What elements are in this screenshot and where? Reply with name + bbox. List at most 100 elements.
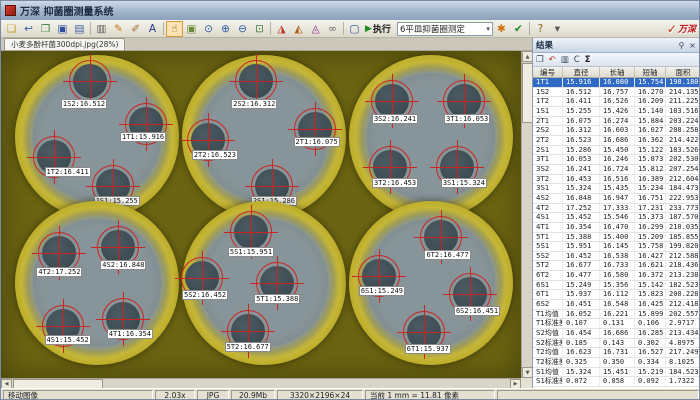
settings-icon[interactable]: ✱ — [493, 21, 510, 37]
link-icon[interactable]: ∞ — [324, 21, 341, 37]
table-row[interactable]: 1T216.41116.52616.209211.2255 — [533, 97, 700, 107]
magnifier-icon[interactable]: ⊙ — [200, 21, 217, 37]
zone-measurement-label[interactable]: 4T1:16.354 — [107, 329, 153, 339]
text-tool-icon[interactable]: A — [144, 21, 161, 37]
zone-measurement-label[interactable]: 6S1:15.249 — [359, 286, 405, 296]
table-row[interactable]: 6S216.45116.54816.425212.4183 — [533, 300, 700, 310]
table-row[interactable]: 5T115.38815.40015.209185.8550 — [533, 233, 700, 243]
zone-measurement-label[interactable]: 1T2:16.411 — [45, 167, 91, 177]
zone-measurement-label[interactable]: 5S1:15.951 — [228, 247, 274, 257]
table-row[interactable]: S1均值15.32415.45115.219184.5230 — [533, 368, 700, 378]
back-icon[interactable]: ↩ — [20, 21, 37, 37]
table-row[interactable]: 1S216.51216.75716.270214.1358 — [533, 88, 700, 98]
print-icon[interactable]: ▥ — [93, 21, 110, 37]
table-row[interactable]: 2T116.07516.27415.884203.2247 — [533, 117, 700, 127]
open-image-icon[interactable]: ❏ — [3, 21, 20, 37]
help-caret-icon[interactable]: ▾ — [549, 21, 566, 37]
table-row[interactable]: 3S115.32415.43515.234184.4735 — [533, 184, 700, 194]
table-row[interactable]: 1T115.91616.08015.754198.1808 — [533, 78, 700, 88]
table-row[interactable]: 6T115.93716.11215.823200.2280 — [533, 290, 700, 300]
table-row[interactable]: 5S115.95116.14515.758199.8204 — [533, 242, 700, 252]
cell-long-axis: 15.400 — [600, 233, 635, 242]
zone-measurement-label[interactable]: 5T2:16.677 — [225, 342, 271, 352]
zone-measurement-label[interactable]: 3S2:16.241 — [372, 114, 418, 124]
fit-view-icon[interactable]: ⊡ — [251, 21, 268, 37]
save-icon[interactable]: ▣ — [54, 21, 71, 37]
table-row[interactable]: 5T216.67716.73316.621218.4368 — [533, 261, 700, 271]
zone-measurement-label[interactable]: 2T1:16.075 — [294, 137, 340, 147]
table-row[interactable]: 3T116.05316.24615.873202.5301 — [533, 155, 700, 165]
table-row[interactable]: 3S216.24116.72415.812207.2542 — [533, 165, 700, 175]
pan-hand-icon[interactable]: ☝ — [166, 21, 183, 37]
help-icon[interactable]: ? — [532, 21, 549, 37]
close-icon[interactable]: × — [687, 41, 698, 50]
table-row[interactable]: 2S115.28615.45015.122183.5265 — [533, 146, 700, 156]
count-icon[interactable]: C — [574, 54, 580, 66]
column-header-0[interactable]: 编号 — [533, 67, 563, 78]
zone-measurement-label[interactable]: 5T1:15.388 — [254, 294, 300, 304]
table-row[interactable]: T2均值16.62316.73116.527217.2493 — [533, 348, 700, 358]
column-header-4[interactable]: 面积 — [666, 67, 700, 78]
pin-icon[interactable]: ⚲ — [676, 41, 687, 50]
table-row[interactable]: T2标准差0.3250.3500.3348.1025 — [533, 358, 700, 368]
cell-short-axis: 0.334 — [635, 358, 666, 367]
angle-tool-icon[interactable]: ◭ — [290, 21, 307, 37]
zone-measurement-label[interactable]: 1T1:15.916 — [120, 132, 166, 142]
zone-measurement-label[interactable]: 3T2:16.453 — [372, 178, 418, 188]
table-row[interactable]: 5S216.45216.53816.427212.5887 — [533, 252, 700, 262]
zone-measurement-label[interactable]: 3T1:16.053 — [444, 114, 490, 124]
table-row[interactable]: 2S216.31216.60316.027208.2588 — [533, 126, 700, 136]
zone-measurement-label[interactable]: 4S2:16.848 — [100, 260, 146, 270]
analysis-mode-select[interactable]: 6平皿抑菌圈测定 ▾ — [397, 22, 493, 36]
zone-measurement-label[interactable]: 6S2:16.451 — [454, 306, 500, 316]
sum-icon[interactable]: Σ — [585, 54, 591, 66]
zone-measurement-label[interactable]: 3S1:15.324 — [441, 178, 487, 188]
execute-button[interactable]: 执行 — [373, 22, 391, 35]
table-row[interactable]: T1标准差0.1070.1310.1062.9717 — [533, 319, 700, 329]
table-row[interactable]: 6T216.47716.58016.372213.2385 — [533, 271, 700, 281]
export-icon[interactable]: ❐ — [536, 54, 544, 66]
copy-icon[interactable]: ❐ — [37, 21, 54, 37]
undo-icon[interactable]: ↶ — [549, 54, 556, 66]
table-row[interactable]: 3T216.45316.51616.389212.6042 — [533, 175, 700, 185]
pencil-icon[interactable]: ✎ — [110, 21, 127, 37]
zone-measurement-label[interactable]: 6T2:16.477 — [424, 250, 470, 260]
table-row[interactable]: 4S115.45215.54615.373187.5702 — [533, 213, 700, 223]
zone-measurement-label[interactable]: 2T2:16.523 — [192, 150, 238, 160]
table-row[interactable]: 6S115.24915.35615.142182.5230 — [533, 281, 700, 291]
zone-measurement-label[interactable]: 4S1:15.452 — [45, 335, 91, 345]
document-tab[interactable]: 小麦多酚杆菌300dpi.jpg(28%) — [4, 38, 125, 50]
display-icon[interactable]: ▢ — [346, 21, 363, 37]
zone-measurement-label[interactable]: 6T1:15.937 — [405, 344, 451, 354]
save-all-icon[interactable]: ▤ — [71, 21, 88, 37]
zone-measurement-label[interactable]: 1S2:16.512 — [61, 99, 107, 109]
cell-short-axis: 17.231 — [635, 204, 666, 213]
cell-id: T2标准差 — [533, 358, 563, 367]
table-row[interactable]: S2均值16.45416.68616.285213.4345 — [533, 329, 700, 339]
table-row[interactable]: 4T116.35416.47016.299210.0353 — [533, 223, 700, 233]
table-row[interactable]: 4S216.84816.94716.751222.9530 — [533, 194, 700, 204]
column-header-1[interactable]: 直径 — [563, 67, 600, 78]
measure-tool-icon[interactable]: ◮ — [273, 21, 290, 37]
mark-tool-icon[interactable]: ◬ — [307, 21, 324, 37]
table-row[interactable]: T1均值16.05216.22115.899202.5571 — [533, 310, 700, 320]
edit-page-icon[interactable]: ✐ — [127, 21, 144, 37]
petri-dish-image-canvas[interactable]: 1S2:16.5121T1:15.9161T2:16.4111S1:15.255… — [1, 51, 521, 378]
table-row[interactable]: 1S115.25515.42615.140183.5160 — [533, 107, 700, 117]
table-row[interactable]: S2标准差0.1850.1430.3024.8975 — [533, 339, 700, 349]
confirm-icon[interactable]: ✔ — [510, 21, 527, 37]
column-header-2[interactable]: 长轴 — [600, 67, 635, 78]
zoom-in-icon[interactable]: ⊕ — [217, 21, 234, 37]
print-results-icon[interactable]: ▥ — [561, 54, 569, 66]
table-row[interactable]: S1标准差0.0720.0580.0921.7322 — [533, 377, 700, 387]
vertical-scrollbar[interactable]: ▲ ▼ — [521, 51, 532, 378]
zone-measurement-label[interactable]: 4T2:17.252 — [36, 267, 82, 277]
table-row[interactable]: 4T217.25217.33317.231233.7730 — [533, 204, 700, 214]
select-region-icon[interactable]: ▣ — [183, 21, 200, 37]
zone-measurement-label[interactable]: 2S2:16.312 — [231, 99, 277, 109]
column-header-3[interactable]: 短轴 — [635, 67, 666, 78]
zoom-out-icon[interactable]: ⊖ — [234, 21, 251, 37]
horizontal-scrollbar[interactable]: ◀ ▶ — [1, 378, 521, 388]
zone-measurement-label[interactable]: 5S2:16.452 — [182, 290, 228, 300]
table-row[interactable]: 2T216.52316.68616.362214.4225 — [533, 136, 700, 146]
